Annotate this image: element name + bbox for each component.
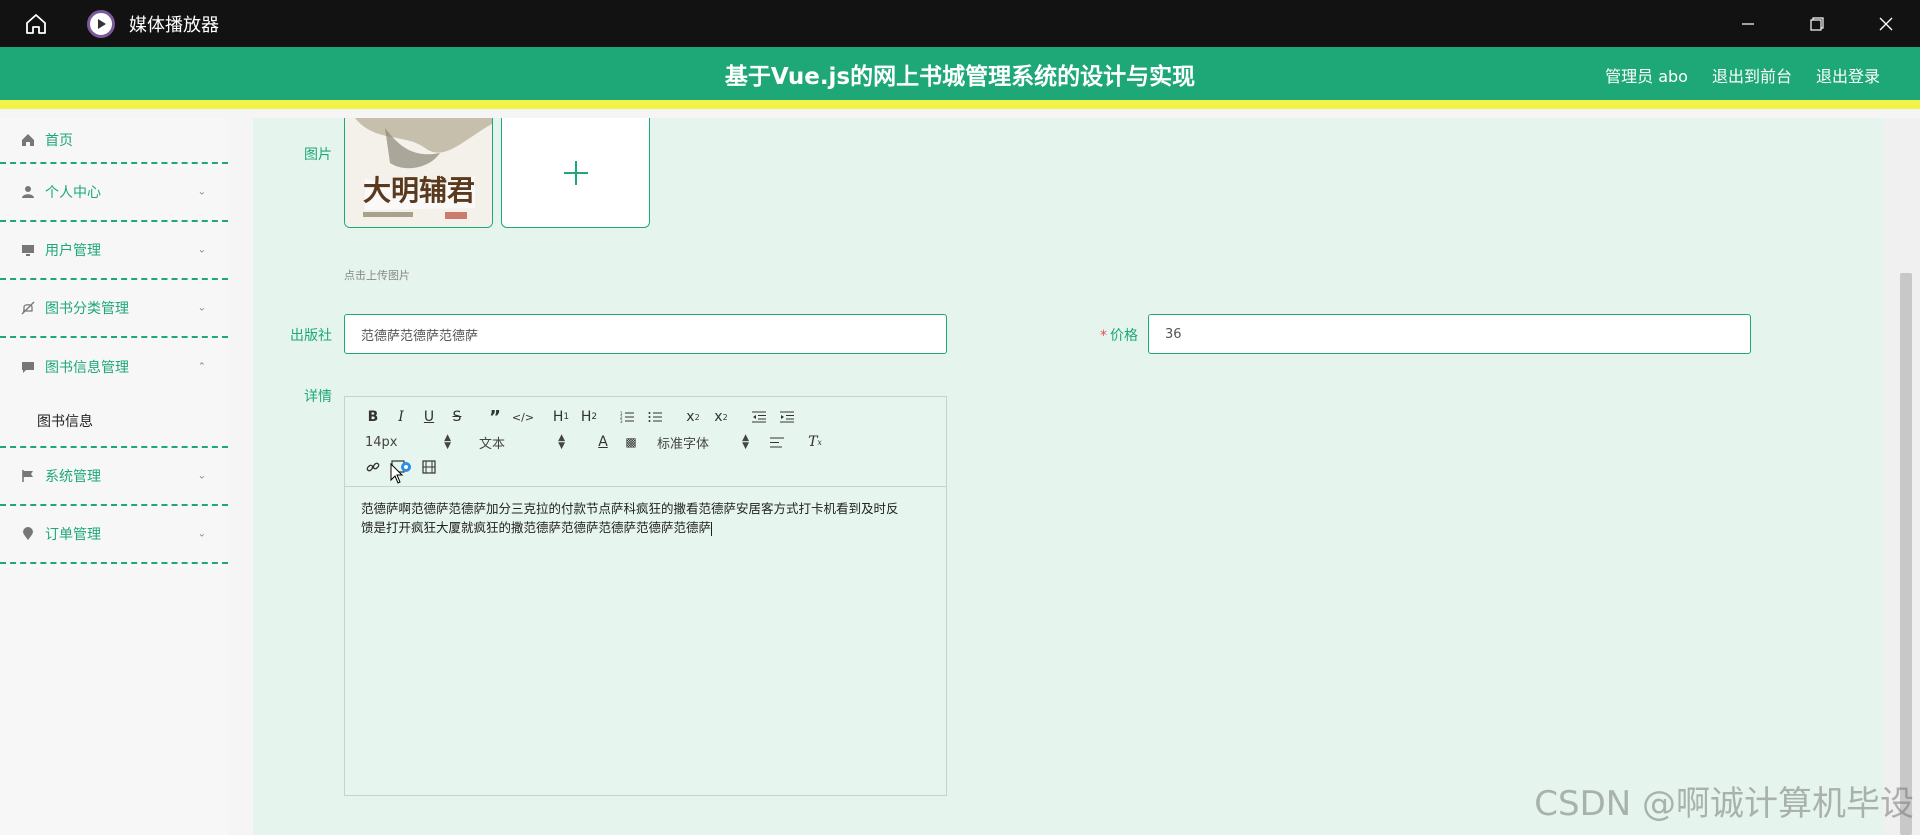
clear-format-icon[interactable]: Tx [801, 431, 829, 453]
select-arrows-icon: ▲ ▼ [444, 433, 451, 451]
bullet-list-icon[interactable] [641, 406, 669, 428]
watermark: CSDN @啊诚计算机毕设 [1534, 784, 1914, 824]
sidebar-item-users[interactable]: 用户管理 ⌄ [0, 222, 228, 280]
rich-text-editor: B I U S ” </> H1 H2 123 x2 x2 14px ▲ ▼ 文本 ▲… [344, 396, 947, 796]
sidebar-item-label: 个人中心 [45, 185, 101, 201]
video-icon[interactable] [415, 456, 443, 478]
image-label: 图片 [304, 147, 332, 163]
sidebar-item-label: 图书分类管理 [45, 301, 129, 317]
chevron-down-icon: ⌄ [197, 244, 206, 256]
mouse-pointer-icon [390, 462, 404, 489]
user-icon [20, 184, 36, 200]
upload-image-button[interactable] [501, 118, 650, 228]
publisher-label: 出版社 [290, 328, 332, 344]
home-icon [20, 132, 36, 148]
code-block-icon[interactable]: </> [509, 406, 537, 428]
sidebar-item-book-info[interactable]: 图书信息管理 ⌃ [0, 338, 228, 396]
sidebar-item-home[interactable]: 首页 [0, 118, 228, 164]
sidebar-item-label: 系统管理 [45, 469, 101, 485]
monitor-icon [20, 242, 36, 258]
window-titlebar: 媒体播放器 [0, 0, 1920, 47]
underline-icon[interactable]: U [415, 406, 443, 428]
font-color-icon[interactable]: A [589, 431, 617, 453]
sidebar-item-label: 首页 [45, 133, 73, 149]
background-color-icon[interactable]: ▩ [617, 431, 645, 453]
chat-icon [20, 359, 36, 375]
sidebar: 首页 个人中心 ⌄ 用户管理 ⌄ 图书分类管理 ⌄ 图书信息管理 ⌃ 图书信息 … [0, 118, 228, 835]
editor-text-line: 范德萨啊范德萨范德萨加分三克拉的付款节点萨科疯狂的撒看范德萨安居客方式打卡机看到… [361, 501, 899, 516]
chevron-down-icon: ⌄ [197, 528, 206, 540]
sidebar-item-label: 订单管理 [45, 527, 101, 543]
blockquote-icon[interactable]: ” [481, 406, 509, 428]
page-scrollbar[interactable] [1883, 118, 1920, 835]
font-family-select[interactable]: 标准字体 ▲ ▼ [657, 433, 749, 452]
cover-title-art: 大明辅君 [363, 174, 475, 207]
window-title: 媒体播放器 [129, 14, 219, 36]
select-arrows-icon: ▲ ▼ [742, 433, 749, 451]
align-icon[interactable] [763, 431, 791, 453]
sidebar-item-label: 用户管理 [45, 243, 101, 259]
svg-text:3: 3 [620, 419, 623, 423]
ordered-list-icon[interactable]: 123 [613, 406, 641, 428]
font-size-select[interactable]: 14px ▲ ▼ [365, 433, 451, 451]
editor-content[interactable]: 范德萨啊范德萨范德萨加分三克拉的付款节点萨科疯狂的撒看范德萨安居客方式打卡机看到… [345, 487, 946, 549]
sidebar-item-personal[interactable]: 个人中心 ⌄ [0, 164, 228, 222]
home-icon[interactable] [19, 7, 53, 41]
bold-icon[interactable]: B [359, 406, 387, 428]
price-input[interactable]: 36 [1148, 314, 1751, 354]
price-label-text: 价格 [1110, 328, 1138, 344]
restore-button[interactable] [1782, 0, 1851, 47]
editor-text-line-last: 馈是打开疯狂大厦就疯狂的撒范德萨范德萨范德萨范德萨范德萨 [361, 518, 930, 537]
sidebar-subitem-book-info[interactable]: 图书信息 [0, 396, 228, 446]
book-cover-thumbnail[interactable]: 大明辅君 [344, 118, 493, 228]
bell-off-icon [20, 300, 36, 316]
link-icon[interactable] [359, 456, 387, 478]
heading1-icon[interactable]: H1 [547, 406, 575, 428]
block-type-value: 文本 [479, 436, 506, 452]
italic-icon[interactable]: I [387, 406, 415, 428]
minimize-button[interactable] [1713, 0, 1782, 47]
sidebar-item-label: 图书信息管理 [45, 360, 129, 376]
app-header: 基于Vue.js的网上书城管理系统的设计与实现 管理员 abo 退出到前台 退出… [0, 47, 1920, 109]
close-button[interactable] [1851, 0, 1920, 47]
flag-icon [20, 468, 36, 484]
editor-text-line: 馈是打开疯狂大厦就疯狂的撒范德萨范德萨范德萨范德萨范德萨 [361, 520, 712, 535]
plus-icon [563, 160, 588, 185]
media-player-app-icon [87, 9, 115, 38]
current-user: 管理员 abo [1605, 67, 1688, 86]
font-size-value: 14px [365, 434, 398, 450]
superscript-icon[interactable]: x2 [707, 406, 735, 428]
chevron-up-icon: ⌃ [197, 361, 206, 373]
editor-toolbar: B I U S ” </> H1 H2 123 x2 x2 14px ▲ ▼ 文本 ▲… [345, 397, 946, 487]
sidebar-item-book-category[interactable]: 图书分类管理 ⌄ [0, 280, 228, 338]
sidebar-item-system[interactable]: 系统管理 ⌄ [0, 448, 228, 506]
indent-icon[interactable] [773, 406, 801, 428]
price-label: * 价格 [1080, 325, 1138, 345]
chevron-down-icon: ⌄ [197, 186, 206, 198]
font-family-value: 标准字体 [657, 436, 710, 452]
upload-hint: 点击上传图片 [344, 269, 410, 282]
location-icon [20, 526, 36, 542]
subscript-icon[interactable]: x2 [679, 406, 707, 428]
detail-label: 详情 [304, 389, 332, 405]
scrollbar-thumb[interactable] [1900, 273, 1912, 835]
outdent-icon[interactable] [745, 406, 773, 428]
back-to-front-link[interactable]: 退出到前台 [1712, 63, 1792, 87]
strikethrough-icon[interactable]: S [443, 406, 471, 428]
sidebar-item-orders[interactable]: 订单管理 ⌄ [0, 506, 228, 564]
heading2-icon[interactable]: H2 [575, 406, 603, 428]
block-type-select[interactable]: 文本 ▲ ▼ [479, 433, 565, 452]
chevron-down-icon: ⌄ [197, 302, 206, 314]
publisher-input[interactable]: 范德萨范德萨范德萨 [344, 314, 947, 354]
required-mark: * [1100, 328, 1107, 344]
logout-link[interactable]: 退出登录 [1816, 63, 1880, 87]
text-caret [711, 521, 713, 536]
select-arrows-icon: ▲ ▼ [558, 433, 565, 451]
chevron-down-icon: ⌄ [197, 470, 206, 482]
